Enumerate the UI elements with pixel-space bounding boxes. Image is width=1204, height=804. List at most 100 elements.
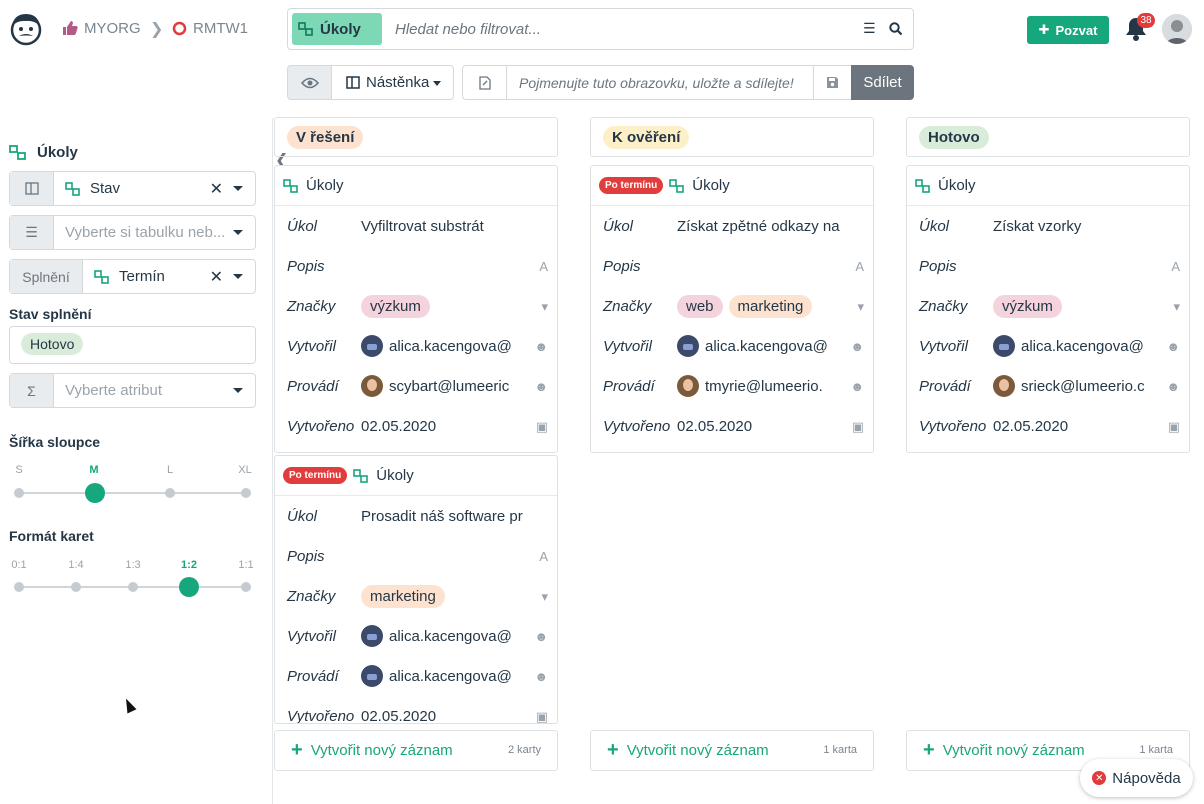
slider-stop[interactable] <box>71 582 81 592</box>
slider-stop[interactable] <box>241 488 251 498</box>
slider-handle[interactable] <box>85 483 105 503</box>
field-value[interactable]: 02.05.2020 <box>361 418 531 435</box>
clear-icon[interactable]: ✕ <box>210 267 223 287</box>
search-box[interactable]: Úkoly Hledat nebo filtrovat... ☰ <box>287 8 914 50</box>
card[interactable]: Po termínu Úkoly Úkol Prosadit náš software… <box>274 455 558 724</box>
tag-chip[interactable]: marketing <box>361 584 445 608</box>
done-state-input[interactable]: Hotovo <box>9 326 256 364</box>
chevron-down-icon[interactable] <box>233 186 243 191</box>
field-value[interactable]: alica.kacengova@ <box>361 665 531 687</box>
field-value[interactable]: alica.kacengova@ <box>361 335 531 357</box>
field-value[interactable]: alica.kacengova@ <box>361 625 531 647</box>
width-tick-m[interactable]: M <box>79 464 109 476</box>
close-icon[interactable]: ✕ <box>1092 771 1107 785</box>
field-value[interactable]: Získat zpětné odkazy na <box>677 218 847 235</box>
field-value[interactable]: výzkum <box>993 294 1163 318</box>
chevron-down-icon[interactable] <box>233 388 243 393</box>
card-field-assignee[interactable]: Provádí scybart@lumeeric ☻ <box>275 366 557 406</box>
help-button[interactable]: ✕ Nápověda <box>1080 759 1193 797</box>
field-value[interactable]: scybart@lumeeric <box>361 375 531 397</box>
card-field-tags[interactable]: Značky výzkum ▾ <box>907 286 1189 326</box>
search-collection-chip[interactable]: Úkoly <box>292 13 382 45</box>
column-width-slider[interactable] <box>19 492 247 494</box>
save-button[interactable] <box>813 65 852 100</box>
card-field-created_by[interactable]: Vytvořil alica.kacengova@ ☻ <box>275 326 557 366</box>
card-field-tags[interactable]: Značky výzkum ▾ <box>275 286 557 326</box>
column-header[interactable]: Hotovo <box>906 117 1190 157</box>
card-field-created[interactable]: Vytvořeno 02.05.2020 ▣ <box>591 406 873 446</box>
card-field-tags[interactable]: Značky web marketing ▾ <box>591 286 873 326</box>
lumeer-logo-icon[interactable] <box>8 10 44 46</box>
slider-stop[interactable] <box>128 582 138 592</box>
field-value[interactable]: 02.05.2020 <box>677 418 847 435</box>
format-tick[interactable]: 1:4 <box>61 559 91 571</box>
slider-stop[interactable] <box>14 488 24 498</box>
card-field-assignee[interactable]: Provádí alica.kacengova@ ☻ <box>275 656 557 696</box>
slider-stop[interactable] <box>165 488 175 498</box>
done-state-chip[interactable]: Hotovo <box>21 333 84 355</box>
card-field-assignee[interactable]: Provádí srieck@lumeerio.c ☻ <box>907 366 1189 406</box>
column-header[interactable]: V řešení <box>274 117 558 157</box>
card-field-created[interactable]: Vytvořeno 02.05.2020 ▣ <box>907 406 1189 446</box>
done-attribute-select[interactable]: Splnění Termín ✕ <box>9 259 256 294</box>
card-field-task[interactable]: Úkol Získat zpětné odkazy na <box>591 206 873 246</box>
tag-chip[interactable]: výzkum <box>361 294 430 318</box>
list-icon[interactable]: ☰ <box>863 20 876 37</box>
width-tick-xl[interactable]: XL <box>230 464 260 476</box>
view-name-input[interactable]: Pojmenujte tuto obrazovku, uložte a sdíl… <box>506 65 814 100</box>
field-value[interactable]: alica.kacengova@ <box>677 335 847 357</box>
field-value[interactable]: Získat vzorky <box>993 218 1163 235</box>
new-record-button[interactable]: + Vytvořit nový záznam 2 karty <box>274 730 558 771</box>
field-value[interactable]: výzkum <box>361 294 531 318</box>
share-button[interactable]: Sdílet <box>851 65 914 100</box>
visibility-button[interactable] <box>287 65 331 100</box>
field-value[interactable]: marketing <box>361 584 531 608</box>
invite-button[interactable]: ✚ Pozvat <box>1027 16 1109 44</box>
aggregate-select[interactable]: Σ Vyberte atribut <box>9 373 256 408</box>
user-avatar[interactable] <box>1162 14 1192 44</box>
card[interactable]: Po termínu Úkoly Úkol Získat zpětné odkazy … <box>590 165 874 453</box>
slider-stop[interactable] <box>241 582 251 592</box>
tag-chip[interactable]: web <box>677 294 723 318</box>
card[interactable]: Úkoly Úkol Vyfiltrovat substrát Popis A Značk… <box>274 165 558 453</box>
card-field-created[interactable]: Vytvořeno 02.05.2020 ▣ <box>275 696 557 724</box>
card-field-created_by[interactable]: Vytvořil alica.kacengova@ ☻ <box>275 616 557 656</box>
card-field-created[interactable]: Vytvořeno 02.05.2020 ▣ <box>275 406 557 446</box>
tag-chip[interactable]: marketing <box>728 294 813 318</box>
breadcrumb-org[interactable]: MYORG <box>62 20 141 37</box>
format-tick[interactable]: 1:2 <box>174 559 204 571</box>
card-field-desc[interactable]: Popis A <box>907 246 1189 286</box>
card-field-desc[interactable]: Popis A <box>275 246 557 286</box>
column-header[interactable]: K ověření <box>590 117 874 157</box>
field-value[interactable]: alica.kacengova@ <box>993 335 1163 357</box>
card-field-created_by[interactable]: Vytvořil alica.kacengova@ ☻ <box>591 326 873 366</box>
document-button[interactable] <box>462 65 507 100</box>
card-field-task[interactable]: Úkol Prosadit náš software pr <box>275 496 557 536</box>
field-value[interactable]: Vyfiltrovat substrát <box>361 218 531 235</box>
field-value[interactable]: web marketing <box>677 294 847 318</box>
field-value[interactable]: srieck@lumeerio.c <box>993 375 1163 397</box>
chevron-down-icon[interactable] <box>233 274 243 279</box>
field-value[interactable]: 02.05.2020 <box>361 708 531 724</box>
card[interactable]: Úkoly Úkol Získat vzorky Popis A Značky výzkum… <box>906 165 1190 453</box>
width-tick-s[interactable]: S <box>4 464 34 476</box>
card-field-task[interactable]: Úkol Získat vzorky <box>907 206 1189 246</box>
slider-stop[interactable] <box>14 582 24 592</box>
card-field-assignee[interactable]: Provádí tmyrie@lumeerio. ☻ <box>591 366 873 406</box>
format-tick[interactable]: 1:1 <box>231 559 261 571</box>
search-input[interactable]: Hledat nebo filtrovat... <box>395 21 541 38</box>
field-value[interactable]: Prosadit náš software pr <box>361 508 531 525</box>
table-select[interactable]: ☰ Vyberte si tabulku neb... <box>9 215 256 250</box>
clear-icon[interactable]: ✕ <box>210 179 223 199</box>
new-record-button[interactable]: + Vytvořit nový záznam 1 karta <box>590 730 874 771</box>
card-field-desc[interactable]: Popis A <box>275 536 557 576</box>
breadcrumb-project[interactable]: RMTW1 <box>172 20 248 37</box>
card-field-tags[interactable]: Značky marketing ▾ <box>275 576 557 616</box>
field-value[interactable]: 02.05.2020 <box>993 418 1163 435</box>
width-tick-l[interactable]: L <box>155 464 185 476</box>
card-field-task[interactable]: Úkol Vyfiltrovat substrát <box>275 206 557 246</box>
slider-handle[interactable] <box>179 577 199 597</box>
format-tick[interactable]: 0:1 <box>4 559 34 571</box>
search-icon[interactable] <box>889 22 903 36</box>
tag-chip[interactable]: výzkum <box>993 294 1062 318</box>
